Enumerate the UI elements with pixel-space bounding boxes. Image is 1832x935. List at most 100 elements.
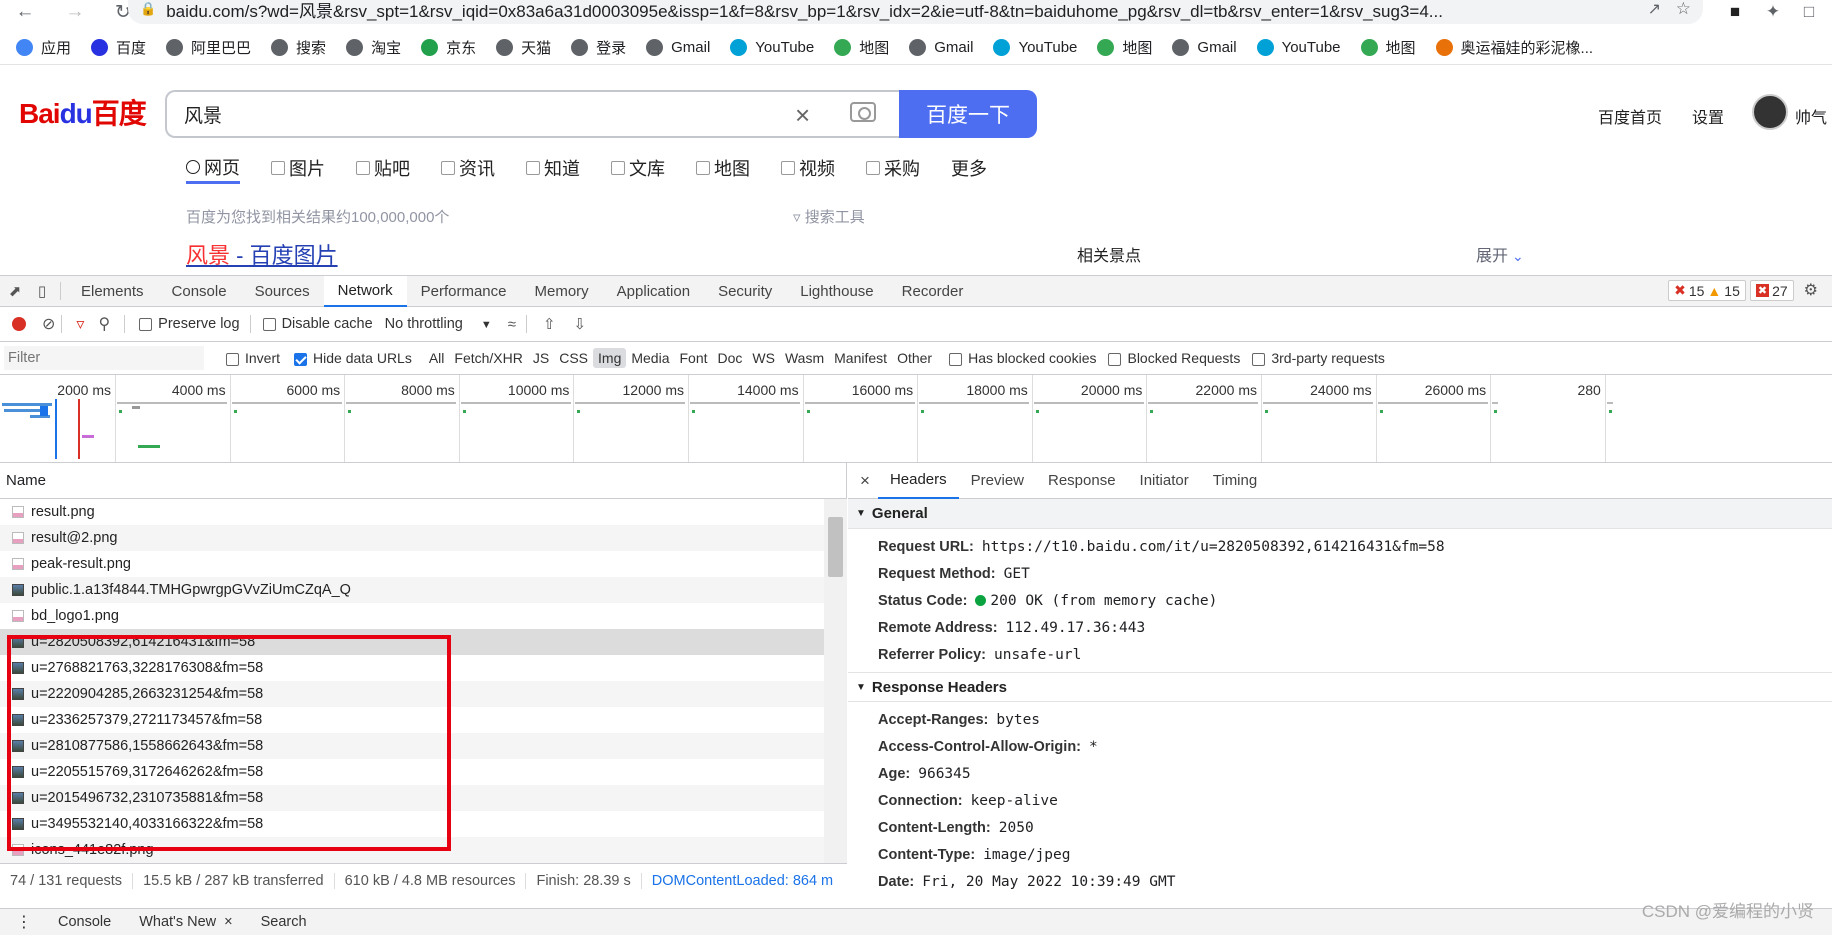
- detail-tab-initiator[interactable]: Initiator: [1128, 463, 1201, 499]
- search-icon[interactable]: ⚲: [98, 314, 110, 334]
- type-filter-font[interactable]: Font: [675, 348, 713, 368]
- hide-data-urls-checkbox[interactable]: Hide data URLs: [294, 350, 412, 366]
- bookmark-item[interactable]: 登录: [571, 37, 626, 58]
- export-har-icon[interactable]: ⇩: [574, 315, 587, 333]
- devtools-tab-security[interactable]: Security: [704, 276, 786, 307]
- bookmark-item[interactable]: Gmail: [646, 39, 710, 56]
- type-filter-wasm[interactable]: Wasm: [780, 348, 829, 368]
- bookmark-item[interactable]: 阿里巴巴: [166, 37, 251, 58]
- request-row[interactable]: result.png: [0, 499, 824, 525]
- request-row[interactable]: result@2.png: [0, 525, 824, 551]
- bookmark-item[interactable]: 奥运福娃的彩泥橡...: [1435, 37, 1593, 58]
- bookmark-item[interactable]: 京东: [421, 37, 476, 58]
- request-row[interactable]: u=2220904285,2663231254&fm=58: [0, 681, 824, 707]
- bookmark-item[interactable]: 天猫: [496, 37, 551, 58]
- detail-tab-headers[interactable]: Headers: [877, 463, 959, 499]
- devtools-tab-console[interactable]: Console: [158, 276, 241, 307]
- request-row[interactable]: u=2820508392,614216431&fm=58: [0, 629, 824, 655]
- invert-checkbox[interactable]: Invert: [226, 350, 280, 366]
- name-column-header[interactable]: Name: [0, 463, 846, 499]
- type-filter-doc[interactable]: Doc: [713, 348, 748, 368]
- address-bar[interactable]: 🔒 baidu.com/s?wd=风景&rsv_spt=1&rsv_iqid=0…: [128, 0, 1703, 24]
- inspect-element-icon[interactable]: ⬈: [0, 282, 30, 300]
- general-section-header[interactable]: ▼ General: [848, 499, 1832, 529]
- network-overview-timeline[interactable]: 2000 ms 4000 ms 6000 ms 8000 ms 10000 ms 1200…: [0, 375, 1832, 463]
- devtools-tab-performance[interactable]: Performance: [407, 276, 521, 307]
- header-value[interactable]: bytes: [996, 712, 1040, 728]
- result-title-link[interactable]: 风景 - 百度图片: [186, 238, 338, 270]
- header-value[interactable]: 2050: [999, 820, 1034, 836]
- import-har-icon[interactable]: ⇧: [543, 315, 556, 333]
- tab-4[interactable]: 知道: [526, 154, 580, 184]
- tab-8[interactable]: 采购: [866, 154, 920, 184]
- type-filter-media[interactable]: Media: [626, 348, 674, 368]
- request-row[interactable]: bd_logo1.png: [0, 603, 824, 629]
- devtools-tab-elements[interactable]: Elements: [67, 276, 158, 307]
- bookmark-item[interactable]: YouTube: [993, 39, 1077, 56]
- tab-7[interactable]: 视频: [781, 154, 835, 184]
- type-filter-other[interactable]: Other: [892, 348, 937, 368]
- bookmark-item[interactable]: Gmail: [909, 39, 973, 56]
- preserve-log-checkbox[interactable]: Preserve log: [139, 316, 240, 332]
- devtools-tab-application[interactable]: Application: [603, 276, 704, 307]
- devtools-tab-lighthouse[interactable]: Lighthouse: [786, 276, 887, 307]
- error-warning-counter[interactable]: ✖ 15 ▲ 15: [1668, 280, 1746, 301]
- tab-0[interactable]: 网页: [186, 154, 240, 184]
- devtools-tab-sources[interactable]: Sources: [241, 276, 324, 307]
- type-filter-all[interactable]: All: [424, 348, 450, 368]
- bookmark-star-icon[interactable]: ☆: [1676, 0, 1691, 19]
- detail-tab-preview[interactable]: Preview: [959, 463, 1036, 499]
- search-button[interactable]: 百度一下: [899, 90, 1037, 138]
- tab-5[interactable]: 文库: [611, 154, 665, 184]
- bookmark-item[interactable]: 地图: [1360, 37, 1416, 58]
- third-party-requests-checkbox[interactable]: 3rd-party requests: [1252, 350, 1385, 366]
- type-filter-img[interactable]: Img: [593, 348, 627, 368]
- request-row[interactable]: public.1.a13f4844.TMHGpwrgpGVvZiUmCZqA_Q: [0, 577, 824, 603]
- extension-cat-icon[interactable]: ■: [1722, 0, 1748, 24]
- share-icon[interactable]: ↗: [1648, 0, 1661, 19]
- devtools-tab-memory[interactable]: Memory: [521, 276, 603, 307]
- response-headers-section-header[interactable]: ▼ Response Headers: [848, 672, 1832, 702]
- bookmark-item[interactable]: 淘宝: [346, 37, 401, 58]
- header-value[interactable]: keep-alive: [971, 793, 1058, 809]
- tab-6[interactable]: 地图: [696, 154, 750, 184]
- tab-2[interactable]: 贴吧: [356, 154, 410, 184]
- header-value[interactable]: image/jpeg: [983, 847, 1070, 863]
- clear-search-icon[interactable]: ×: [795, 100, 810, 131]
- type-filter-css[interactable]: CSS: [554, 348, 593, 368]
- url-text[interactable]: baidu.com/s?wd=风景&rsv_spt=1&rsv_iqid=0x8…: [166, 0, 1626, 22]
- header-value[interactable]: *: [1089, 739, 1098, 755]
- detail-tab-response[interactable]: Response: [1036, 463, 1128, 499]
- header-value[interactable]: 112.49.17.36:443: [1006, 620, 1146, 636]
- expand-button[interactable]: 展开 ⌄: [1476, 242, 1524, 266]
- bookmark-item[interactable]: 地图: [834, 37, 889, 58]
- request-row[interactable]: u=2336257379,2721173457&fm=58: [0, 707, 824, 733]
- type-filter-manifest[interactable]: Manifest: [829, 348, 892, 368]
- request-row[interactable]: peak-result.png: [0, 551, 824, 577]
- devtools-tab-recorder[interactable]: Recorder: [888, 276, 978, 307]
- request-row[interactable]: u=3495532140,4033166322&fm=58: [0, 811, 824, 837]
- forward-arrow-icon[interactable]: →: [60, 0, 90, 24]
- type-filter-js[interactable]: JS: [528, 348, 554, 368]
- camera-search-icon[interactable]: [850, 102, 876, 122]
- request-row[interactable]: u=2810877586,1558662643&fm=58: [0, 733, 824, 759]
- devtools-settings-icon[interactable]: ⚙: [1804, 280, 1818, 301]
- request-list-scrollbar[interactable]: [824, 499, 847, 863]
- type-filter-fetchxhr[interactable]: Fetch/XHR: [449, 348, 527, 368]
- record-icon[interactable]: [12, 317, 26, 331]
- issues-counter[interactable]: ✖ 27: [1749, 280, 1794, 301]
- search-tools-link[interactable]: ▿ 搜索工具: [793, 206, 865, 227]
- disable-cache-checkbox[interactable]: Disable cache: [262, 316, 373, 332]
- has-blocked-cookies-checkbox[interactable]: Has blocked cookies: [949, 350, 1096, 366]
- header-value[interactable]: unsafe-url: [994, 647, 1081, 663]
- drawer-tab-2[interactable]: Search: [247, 914, 321, 930]
- network-conditions-icon[interactable]: ≈: [508, 316, 516, 333]
- request-row[interactable]: u=2205515769,3172646262&fm=58: [0, 759, 824, 785]
- throttling-select[interactable]: No throttling ▼: [385, 316, 492, 332]
- filter-funnel-icon[interactable]: ▿: [76, 314, 84, 334]
- close-icon[interactable]: ×: [224, 914, 232, 930]
- drawer-tab-1[interactable]: What's New ×: [125, 914, 246, 930]
- detail-tab-timing[interactable]: Timing: [1201, 463, 1269, 499]
- bookmark-item[interactable]: Gmail: [1172, 39, 1237, 56]
- drawer-tab-0[interactable]: Console: [44, 914, 125, 930]
